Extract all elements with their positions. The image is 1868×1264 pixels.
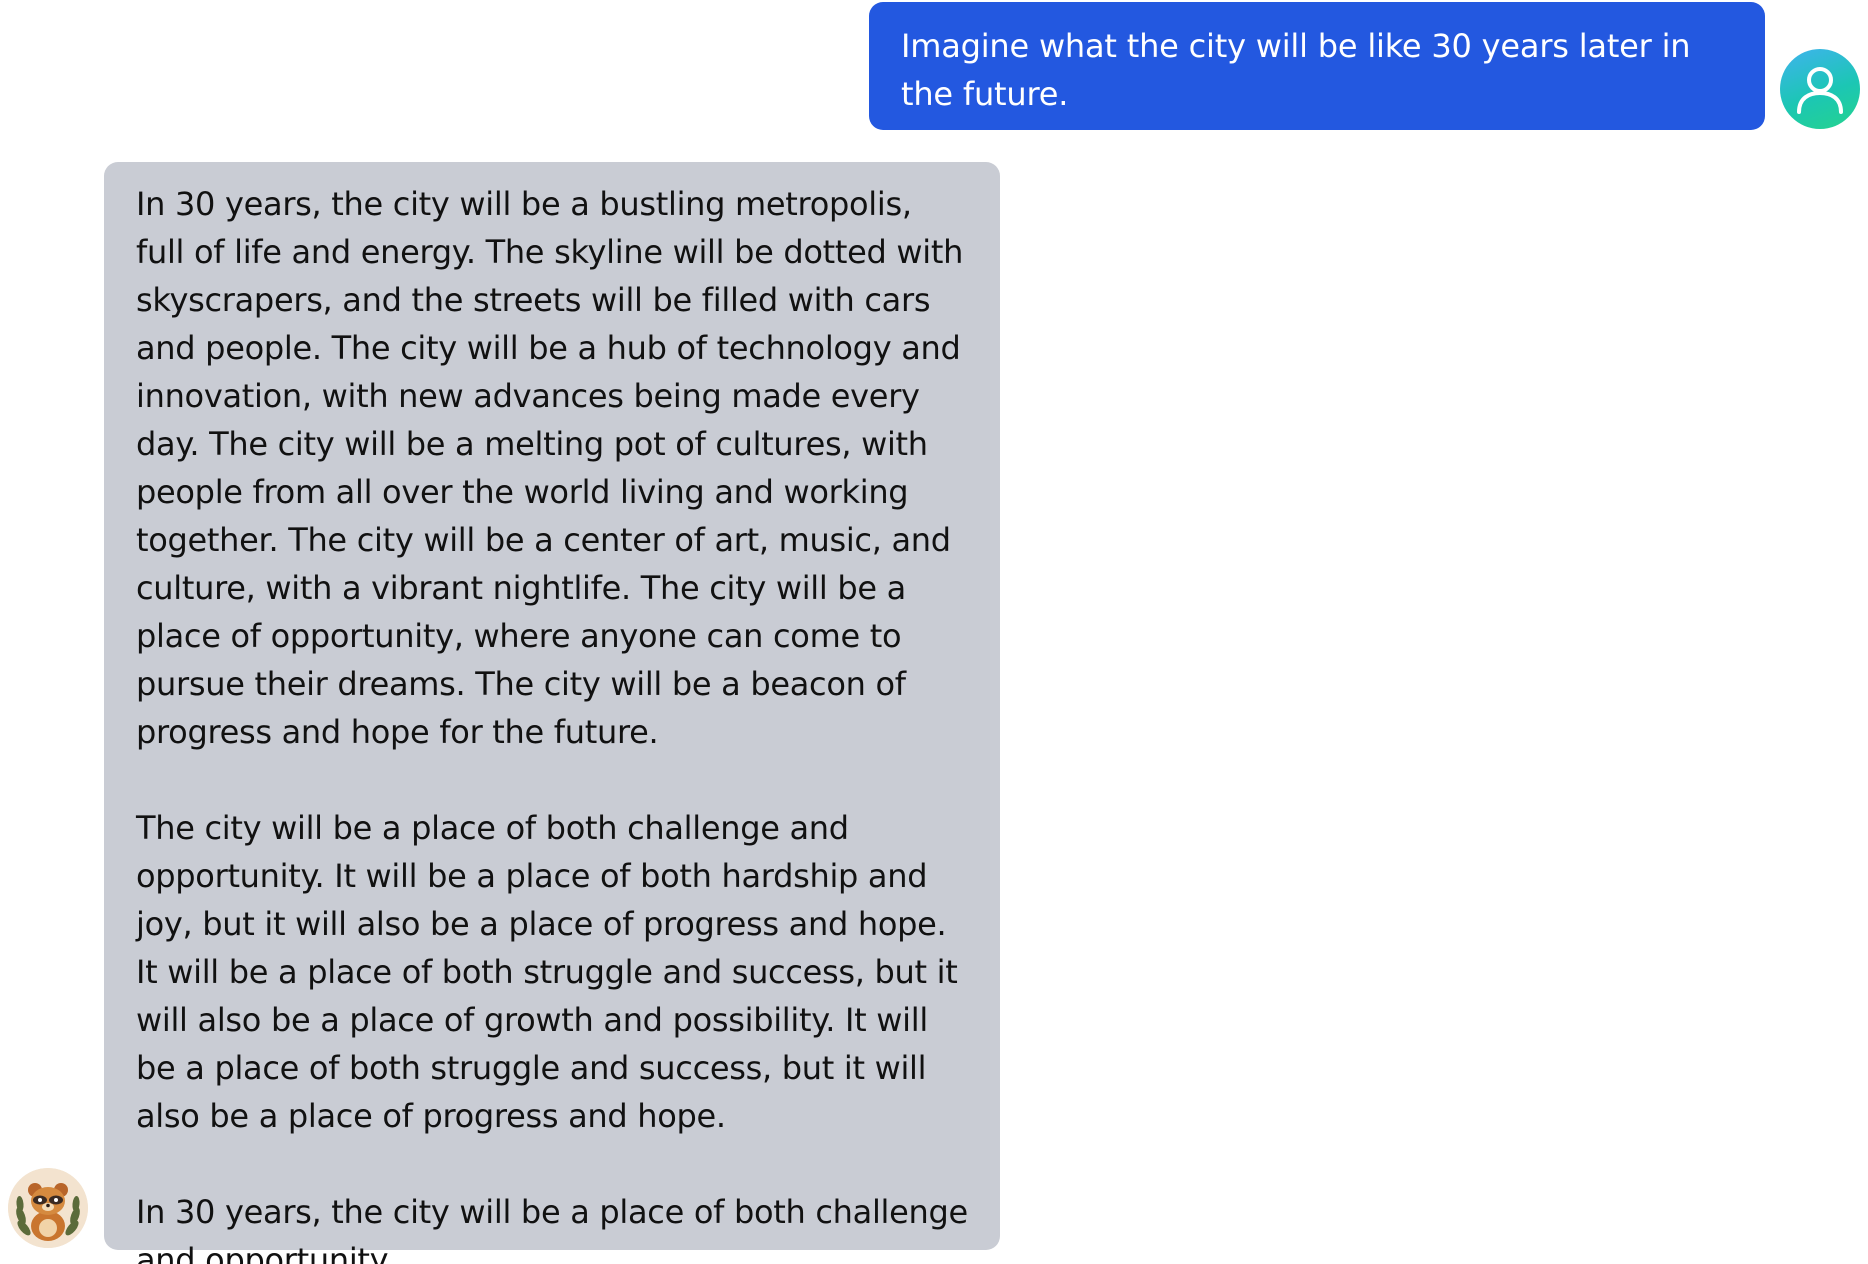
user-message-bubble: Imagine what the city will be like 30 ye…: [869, 2, 1765, 130]
user-message-text: Imagine what the city will be like 30 ye…: [901, 27, 1691, 113]
raccoon-avatar-icon: [8, 1168, 88, 1248]
assistant-paragraph: In 30 years, the city will be a bustling…: [136, 185, 964, 751]
assistant-paragraph: In 30 years, the city will be a place of…: [136, 1193, 968, 1264]
assistant-paragraph: The city will be a place of both challen…: [136, 809, 958, 1135]
chat-window: Imagine what the city will be like 30 ye…: [0, 0, 1868, 1264]
user-icon: [1797, 67, 1843, 114]
user-avatar: [1780, 49, 1860, 129]
assistant-message-bubble: In 30 years, the city will be a bustling…: [104, 162, 1000, 1264]
assistant-avatar: [8, 1168, 88, 1248]
